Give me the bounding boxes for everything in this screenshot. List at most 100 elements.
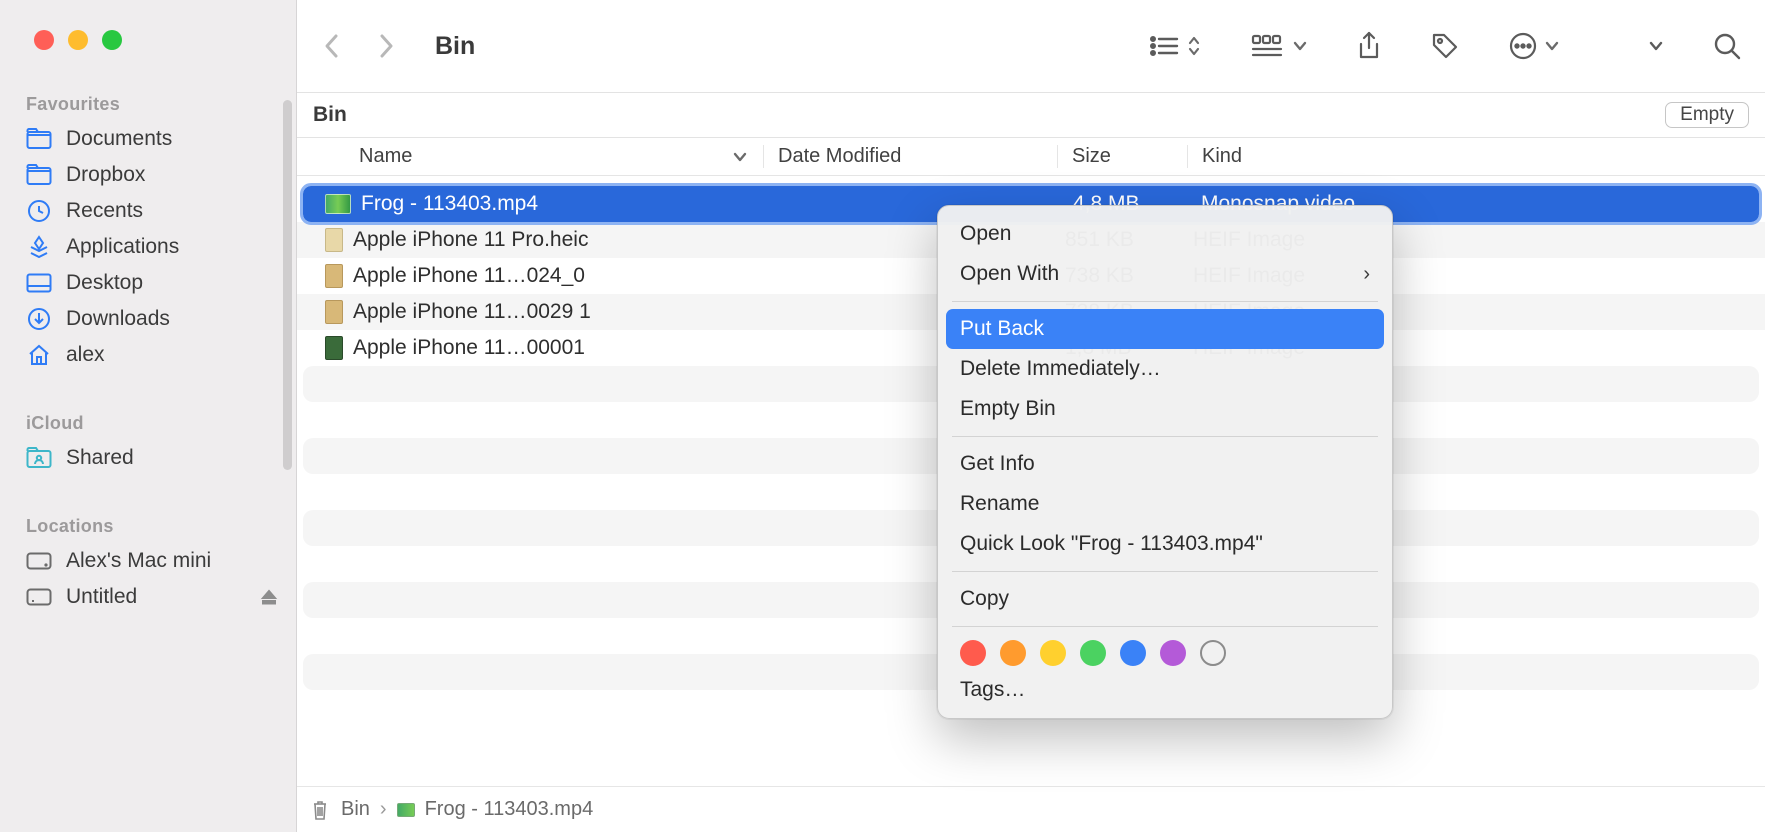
- path-segment[interactable]: Bin: [341, 798, 370, 821]
- sidebar-item-downloads[interactable]: Downloads: [0, 301, 296, 337]
- sidebar-item-desktop[interactable]: Desktop: [0, 265, 296, 301]
- menu-put-back[interactable]: Put Back: [946, 309, 1384, 349]
- menu-label: Empty Bin: [960, 397, 1056, 421]
- chevron-updown-icon: [1187, 35, 1201, 57]
- share-button[interactable]: [1357, 31, 1381, 61]
- menu-label: Put Back: [960, 317, 1044, 341]
- menu-label: Get Info: [960, 452, 1035, 476]
- sidebar-section-icloud: iCloud: [0, 413, 296, 434]
- menu-separator: [952, 571, 1378, 572]
- trash-icon: [309, 799, 331, 821]
- file-icon: [397, 803, 415, 817]
- sidebar-item-applications[interactable]: Applications: [0, 229, 296, 265]
- toolbar-right: [1149, 31, 1741, 61]
- maximize-window-button[interactable]: [102, 30, 122, 50]
- column-size[interactable]: Size: [1057, 145, 1187, 168]
- more-button[interactable]: [1509, 32, 1559, 60]
- sidebar-item-disk[interactable]: Untitled: [0, 579, 296, 615]
- window-controls: [0, 0, 296, 50]
- menu-delete-immediately[interactable]: Delete Immediately…: [938, 349, 1392, 389]
- home-icon: [26, 342, 52, 368]
- tags-button[interactable]: [1431, 32, 1459, 60]
- close-window-button[interactable]: [34, 30, 54, 50]
- sidebar-item-label: Alex's Mac mini: [66, 549, 211, 573]
- menu-rename[interactable]: Rename: [938, 484, 1392, 524]
- eject-icon[interactable]: [260, 588, 278, 606]
- tag-yellow[interactable]: [1040, 640, 1066, 666]
- clock-icon: [26, 198, 52, 224]
- sidebar-item-label: alex: [66, 343, 105, 367]
- menu-open[interactable]: Open: [938, 214, 1392, 254]
- download-icon: [26, 306, 52, 332]
- sidebar-item-mac[interactable]: Alex's Mac mini: [0, 543, 296, 579]
- file-name: Frog - 113403.mp4: [361, 192, 773, 216]
- file-thumbnail-icon: [325, 336, 343, 360]
- menu-label: Rename: [960, 492, 1039, 516]
- group-button[interactable]: [1251, 34, 1307, 58]
- tag-blue[interactable]: [1120, 640, 1146, 666]
- tag-add[interactable]: [1200, 640, 1226, 666]
- empty-bin-button[interactable]: Empty: [1665, 102, 1749, 128]
- overflow-button[interactable]: [1649, 41, 1663, 51]
- minimize-window-button[interactable]: [68, 30, 88, 50]
- sidebar-item-documents[interactable]: Documents: [0, 121, 296, 157]
- path-segment[interactable]: Frog - 113403.mp4: [425, 798, 594, 821]
- view-list-button[interactable]: [1149, 34, 1201, 58]
- menu-separator: [952, 436, 1378, 437]
- menu-tag-colors: [938, 634, 1392, 670]
- sidebar-item-label: Untitled: [66, 585, 137, 609]
- folder-icon: [26, 126, 52, 152]
- sidebar-section-locations: Locations: [0, 516, 296, 537]
- file-thumbnail-icon: [325, 228, 343, 252]
- menu-label: Open With: [960, 262, 1059, 286]
- back-button[interactable]: [323, 32, 341, 60]
- sidebar-item-recents[interactable]: Recents: [0, 193, 296, 229]
- finder-window: Favourites Documents Dropbox Recents App…: [0, 0, 1765, 832]
- menu-quick-look[interactable]: Quick Look "Frog - 113403.mp4": [938, 524, 1392, 564]
- file-thumbnail-icon: [325, 194, 351, 214]
- chevron-down-icon: [1545, 41, 1559, 51]
- toolbar: Bin: [297, 0, 1765, 92]
- tag-green[interactable]: [1080, 640, 1106, 666]
- tag-purple[interactable]: [1160, 640, 1186, 666]
- computer-icon: [26, 548, 52, 574]
- file-thumbnail-icon: [325, 264, 343, 288]
- column-name[interactable]: Name: [297, 145, 763, 168]
- location-label: Bin: [313, 103, 347, 127]
- nav-buttons: [323, 32, 395, 60]
- column-kind[interactable]: Kind: [1187, 145, 1765, 168]
- content-area: Bin: [297, 0, 1765, 832]
- window-title: Bin: [435, 32, 475, 61]
- sidebar-scrollbar[interactable]: [283, 100, 292, 470]
- path-separator-icon: ›: [380, 798, 387, 821]
- column-date[interactable]: Date Modified: [763, 145, 1057, 168]
- sidebar-item-home[interactable]: alex: [0, 337, 296, 373]
- menu-get-info[interactable]: Get Info: [938, 444, 1392, 484]
- sidebar-item-label: Desktop: [66, 271, 143, 295]
- menu-empty-bin[interactable]: Empty Bin: [938, 389, 1392, 429]
- tag-red[interactable]: [960, 640, 986, 666]
- menu-label: Open: [960, 222, 1011, 246]
- menu-label: Tags…: [960, 678, 1025, 702]
- menu-tags[interactable]: Tags…: [938, 670, 1392, 710]
- menu-label: Copy: [960, 587, 1009, 611]
- menu-copy[interactable]: Copy: [938, 579, 1392, 619]
- search-button[interactable]: [1713, 32, 1741, 60]
- location-header: Bin Empty: [297, 92, 1765, 138]
- file-name: Apple iPhone 11…024_0: [353, 264, 765, 288]
- forward-button[interactable]: [377, 32, 395, 60]
- desktop-icon: [26, 270, 52, 296]
- folder-icon: [26, 162, 52, 188]
- file-name: Apple iPhone 11 Pro.heic: [353, 228, 765, 252]
- sidebar-item-dropbox[interactable]: Dropbox: [0, 157, 296, 193]
- tag-orange[interactable]: [1000, 640, 1026, 666]
- menu-open-with[interactable]: Open With›: [938, 254, 1392, 294]
- file-thumbnail-icon: [325, 300, 343, 324]
- applications-icon: [26, 234, 52, 260]
- file-name: Apple iPhone 11…0029 1: [353, 300, 765, 324]
- sidebar-item-shared[interactable]: Shared: [0, 440, 296, 476]
- sidebar-item-label: Applications: [66, 235, 179, 259]
- sidebar-item-label: Dropbox: [66, 163, 145, 187]
- menu-separator: [952, 301, 1378, 302]
- disk-icon: [26, 584, 52, 610]
